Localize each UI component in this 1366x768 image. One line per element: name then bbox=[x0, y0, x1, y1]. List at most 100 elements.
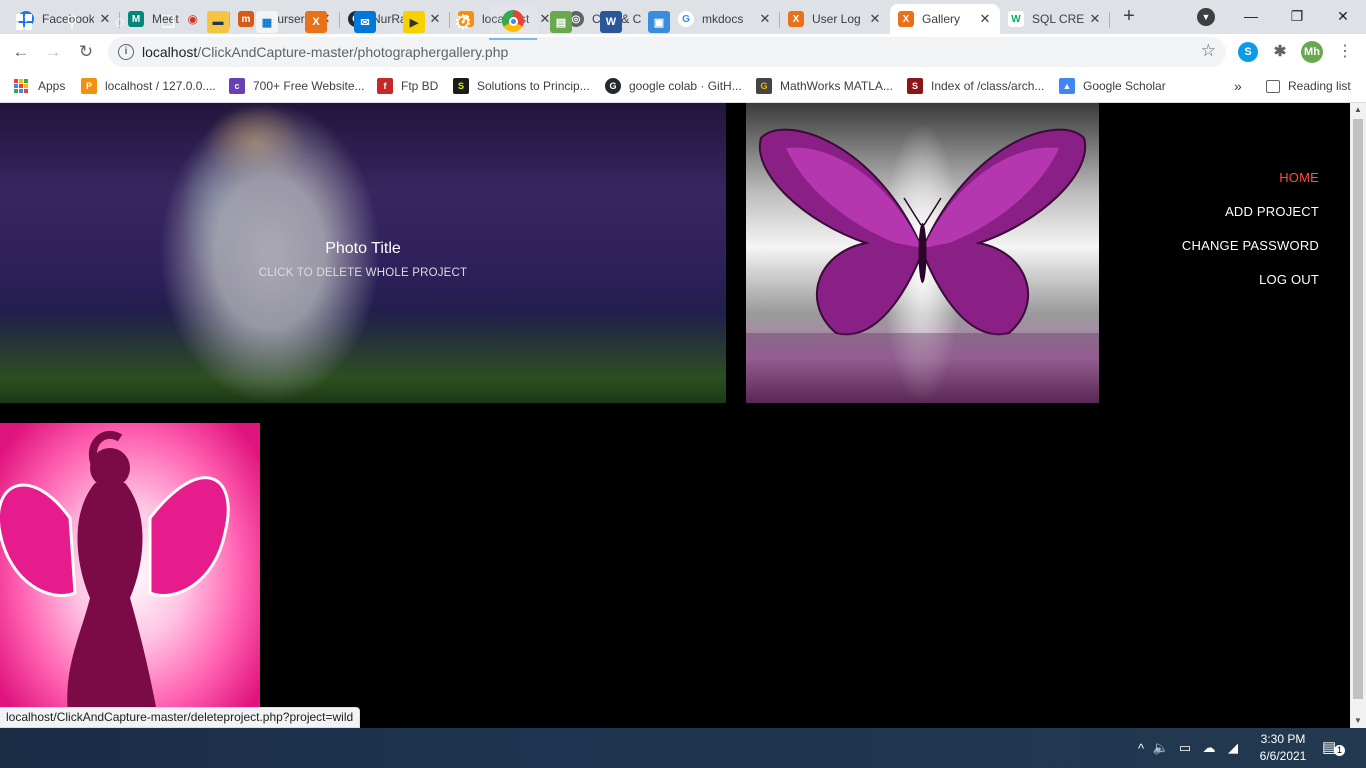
chrome-taskbar-icon[interactable] bbox=[489, 4, 537, 40]
nav-log-out[interactable]: LOG OUT bbox=[1182, 272, 1319, 306]
bookmark-localhost[interactable]: P localhost / 127.0.0.... bbox=[81, 77, 216, 95]
bookmark-label: Ftp BD bbox=[401, 79, 439, 93]
close-icon[interactable]: ✕ bbox=[868, 11, 882, 27]
clock-time: 3:30 PM bbox=[1260, 732, 1306, 746]
url-host: localhost bbox=[142, 44, 198, 60]
player-icon[interactable]: ▶ bbox=[390, 4, 438, 40]
nav-change-password[interactable]: CHANGE PASSWORD bbox=[1182, 238, 1319, 272]
site-nav: HOME ADD PROJECT CHANGE PASSWORD LOG OUT bbox=[1182, 170, 1319, 306]
page-scrollbar[interactable]: ▲ ▼ bbox=[1350, 103, 1366, 728]
taskbar-clock[interactable]: 3:30 PM 6/6/2021 bbox=[1252, 731, 1314, 765]
tab-search-icon[interactable]: ▼ bbox=[1197, 8, 1215, 26]
reading-list-button[interactable]: Reading list bbox=[1266, 77, 1351, 95]
phpmyadmin-icon: P bbox=[81, 78, 97, 94]
tab-gallery[interactable]: X Gallery ✕ bbox=[890, 4, 1000, 34]
scroll-down-arrow-icon[interactable]: ▼ bbox=[1350, 714, 1366, 728]
action-center-icon[interactable]: ▤ 1 bbox=[1322, 738, 1345, 758]
close-window-button[interactable]: ✕ bbox=[1320, 4, 1366, 28]
system-tray: ^ 🔈 ▭ ☁ ◢ bbox=[1133, 728, 1245, 768]
bookmark-label: Apps bbox=[38, 79, 66, 93]
tab-user-login[interactable]: X User Log ✕ bbox=[780, 4, 890, 34]
volume-icon[interactable]: 🔈 bbox=[1149, 740, 1173, 756]
bookmark-ftp-bd[interactable]: f Ftp BD bbox=[377, 77, 438, 95]
bookmark-google-scholar[interactable]: ▲ Google Scholar bbox=[1059, 77, 1166, 95]
nav-home[interactable]: HOME bbox=[1182, 170, 1319, 204]
tab-title: Gallery bbox=[922, 12, 961, 26]
notification-count: 1 bbox=[1334, 745, 1345, 756]
task-view-icon[interactable]: ❏ bbox=[144, 4, 192, 40]
picture-icon: ▣ bbox=[648, 11, 670, 33]
wifi-icon[interactable]: ◢ bbox=[1221, 740, 1245, 756]
address-bar[interactable]: i localhost/ClickAndCapture-master/photo… bbox=[108, 37, 1226, 67]
bookmarks-bar: Apps P localhost / 127.0.0.... c 700+ Fr… bbox=[0, 70, 1366, 103]
clock-date: 6/6/2021 bbox=[1259, 749, 1307, 763]
bookmark-solutions[interactable]: S Solutions to Princip... bbox=[453, 77, 590, 95]
xampp-icon: X bbox=[898, 11, 914, 27]
project-photo-pink-fairy[interactable] bbox=[0, 423, 260, 728]
project-photo-fairy[interactable]: Photo Title CLICK TO DELETE WHOLE PROJEC… bbox=[0, 103, 726, 403]
url-text[interactable]: localhost/ClickAndCapture-master/photogr… bbox=[142, 44, 508, 60]
slader-icon: S bbox=[453, 78, 469, 94]
word-icon[interactable]: W bbox=[587, 4, 635, 40]
bookmark-matlab[interactable]: G MathWorks MATLA... bbox=[756, 77, 893, 95]
menu-kebab-icon[interactable]: ⋮ bbox=[1333, 40, 1357, 64]
butterfly-image bbox=[746, 128, 1099, 403]
link-status-bubble: localhost/ClickAndCapture-master/deletep… bbox=[0, 707, 361, 728]
scroll-up-arrow-icon[interactable]: ▲ bbox=[1350, 103, 1366, 117]
start-button[interactable] bbox=[0, 4, 48, 40]
reading-list-label: Reading list bbox=[1288, 79, 1351, 93]
bookmark-apps[interactable]: Apps bbox=[14, 77, 65, 95]
profile-avatar[interactable]: Mh bbox=[1301, 41, 1323, 63]
gallery-page: Photo Title CLICK TO DELETE WHOLE PROJEC… bbox=[0, 103, 1350, 728]
forward-arrow-icon[interactable]: → bbox=[41, 40, 65, 64]
media-player-icon: ▶ bbox=[403, 11, 425, 33]
notepad-icon[interactable]: ▤ bbox=[537, 4, 585, 40]
envelope-icon: ✉ bbox=[354, 11, 376, 33]
site-info-icon[interactable]: i bbox=[118, 44, 134, 60]
minimize-button[interactable]: — bbox=[1228, 4, 1274, 28]
more-bookmarks-button[interactable]: » bbox=[1234, 77, 1242, 95]
bookmark-index-class[interactable]: S Index of /class/arch... bbox=[907, 77, 1044, 95]
onedrive-cloud-icon[interactable]: ☁ bbox=[1197, 740, 1221, 756]
tab-title: SQL CRE bbox=[1032, 12, 1084, 26]
tab-title: User Log bbox=[812, 12, 861, 26]
bookmark-label: localhost / 127.0.0.... bbox=[105, 79, 216, 93]
close-icon[interactable]: ✕ bbox=[978, 11, 992, 27]
search-icon[interactable]: ⚲ bbox=[48, 4, 96, 40]
battery-icon[interactable]: ▭ bbox=[1173, 740, 1197, 756]
close-icon[interactable]: ✕ bbox=[758, 11, 772, 27]
tab-sql-create[interactable]: W SQL CRE ✕ bbox=[1000, 4, 1110, 34]
shopping-bag-icon: ▦ bbox=[256, 11, 278, 33]
w3schools-icon: W bbox=[1008, 11, 1024, 27]
settings-gear-icon[interactable]: ⚙ bbox=[439, 4, 487, 40]
bookmark-free-website[interactable]: c 700+ Free Website... bbox=[229, 77, 365, 95]
ftp-icon: f bbox=[377, 78, 393, 94]
project-photo-butterfly[interactable] bbox=[746, 103, 1099, 403]
delete-project-link[interactable]: CLICK TO DELETE WHOLE PROJECT bbox=[0, 267, 726, 279]
extensions-puzzle-icon[interactable]: ✱ bbox=[1270, 42, 1290, 62]
nav-add-project[interactable]: ADD PROJECT bbox=[1182, 204, 1319, 238]
file-explorer-icon[interactable]: ▬ bbox=[194, 4, 242, 40]
scrollbar-thumb[interactable] bbox=[1353, 119, 1363, 699]
show-hidden-icons-chevron-icon[interactable]: ^ bbox=[1133, 741, 1149, 756]
chrome-icon bbox=[502, 10, 524, 32]
folder-icon: ▬ bbox=[207, 11, 229, 33]
bookmark-star-icon[interactable]: ☆ bbox=[1201, 41, 1216, 61]
reload-icon[interactable]: ↻ bbox=[74, 40, 98, 64]
cortana-icon[interactable]: ○ bbox=[96, 4, 144, 40]
xampp-taskbar-icon[interactable]: X bbox=[292, 4, 340, 40]
url-path: /ClickAndCapture-master/photographergall… bbox=[197, 44, 509, 60]
tab-mkdocs[interactable]: G mkdocs ✕ bbox=[670, 4, 780, 34]
skype-icon[interactable]: S bbox=[1238, 42, 1258, 62]
close-icon[interactable]: ✕ bbox=[1088, 11, 1102, 27]
store-icon[interactable]: ▦ bbox=[243, 4, 291, 40]
bookmark-colab-github[interactable]: G google colab · GitH... bbox=[605, 77, 742, 95]
github-icon: G bbox=[605, 78, 621, 94]
chart-editor-icon: ▤ bbox=[550, 11, 572, 33]
scholar-icon: ▲ bbox=[1059, 78, 1075, 94]
restore-button[interactable]: ❐ bbox=[1274, 4, 1320, 28]
photos-icon[interactable]: ▣ bbox=[635, 4, 683, 40]
new-tab-button[interactable]: + bbox=[1118, 6, 1140, 28]
mail-icon[interactable]: ✉ bbox=[341, 4, 389, 40]
back-arrow-icon[interactable]: ← bbox=[9, 40, 33, 64]
